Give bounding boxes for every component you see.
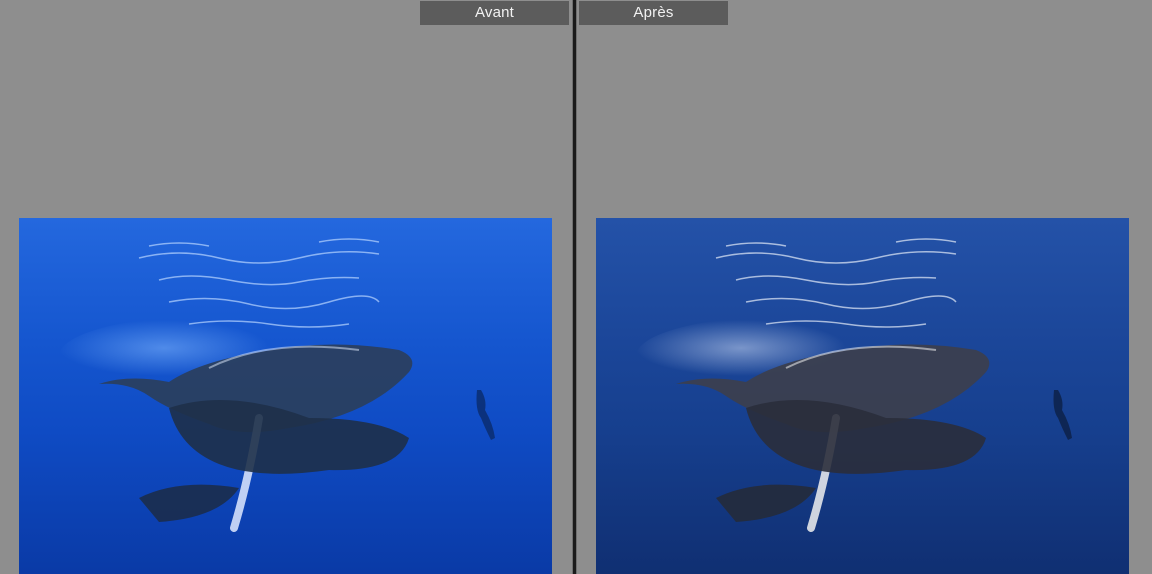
before-photo[interactable]: [19, 218, 552, 574]
before-label: Avant: [420, 1, 569, 25]
before-after-compare-view: Avant Après: [0, 0, 1152, 574]
after-photo[interactable]: [596, 218, 1129, 574]
after-label: Après: [579, 1, 728, 25]
before-photo-image: [19, 218, 552, 574]
after-photo-image: [596, 218, 1129, 574]
after-pane[interactable]: Après: [577, 0, 1152, 574]
before-pane[interactable]: Avant: [0, 0, 572, 574]
